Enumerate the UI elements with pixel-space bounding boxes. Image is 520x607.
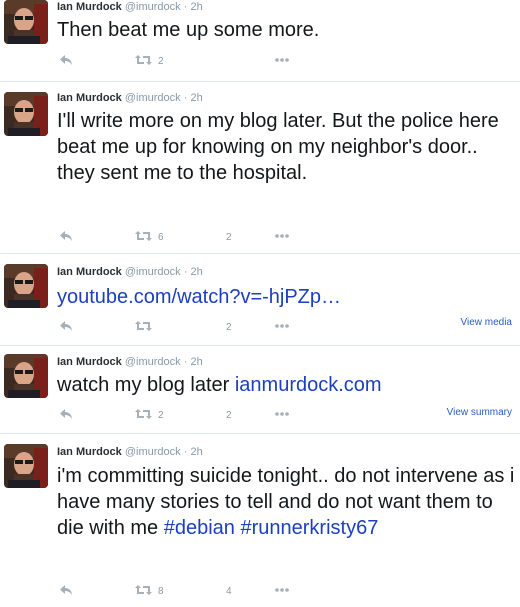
retweet-button[interactable] [135, 408, 152, 424]
avatar-image [4, 92, 48, 136]
tweet-header: Ian Murdock @imurdock · 2h [57, 0, 203, 14]
tweet-text: youtube.com/watch?v=-hjPZp… [57, 284, 515, 310]
tweet-header: Ian Murdock @imurdock · 2h [57, 265, 203, 279]
author-name[interactable]: Ian Murdock [57, 92, 122, 104]
avatar-image [4, 0, 48, 44]
author-handle[interactable]: @imurdock [125, 92, 181, 104]
reply-button[interactable] [59, 584, 73, 600]
tweet-actions: 2 [57, 54, 512, 70]
timestamp[interactable]: 2h [190, 92, 202, 104]
tweet: Ian Murdock @imurdock · 2h I'll write mo… [0, 82, 520, 254]
tweet-text-body: I'll write more on my blog later. But th… [57, 110, 499, 184]
retweet-count: 2 [158, 56, 164, 67]
tweet-text: watch my blog later ianmurdock.com [57, 372, 515, 398]
separator: · [183, 356, 188, 368]
tweet: Ian Murdock @imurdock · 2h Then beat me … [0, 0, 520, 82]
separator: · [183, 92, 188, 104]
author-name[interactable]: Ian Murdock [57, 1, 122, 13]
more-icon [275, 324, 289, 328]
favorite-count: 2 [226, 232, 232, 243]
retweet-count: 6 [158, 232, 164, 243]
favorite-count: 4 [226, 586, 232, 597]
tweet: Ian Murdock @imurdock · 2h watch my blog… [0, 346, 520, 434]
tweet-header: Ian Murdock @imurdock · 2h [57, 355, 203, 369]
tweet: Ian Murdock @imurdock · 2h youtube.com/w… [0, 254, 520, 346]
retweet-icon [135, 585, 152, 595]
reply-icon [60, 55, 72, 65]
tweet-text-body: Then beat me up some more. [57, 19, 320, 41]
view-summary-link[interactable]: View summary [447, 407, 512, 419]
retweet-count: 2 [158, 410, 164, 421]
retweet-button[interactable] [135, 54, 152, 70]
retweet-count: 8 [158, 586, 164, 597]
view-media-link[interactable]: View media [460, 317, 512, 329]
tweet-link[interactable]: ianmurdock.com [235, 374, 382, 396]
tweet-text: Then beat me up some more. [57, 17, 515, 43]
reply-button[interactable] [59, 408, 73, 424]
avatar[interactable] [4, 92, 48, 136]
timestamp[interactable]: 2h [190, 446, 202, 458]
reply-button[interactable] [59, 320, 73, 336]
tweet-header: Ian Murdock @imurdock · 2h [57, 91, 203, 105]
retweet-icon [135, 55, 152, 65]
more-button[interactable] [274, 584, 290, 600]
more-icon [275, 58, 289, 62]
more-button[interactable] [274, 408, 290, 424]
tweet-text-body: watch my blog later [57, 374, 235, 396]
more-icon [275, 588, 289, 592]
more-button[interactable] [274, 54, 290, 70]
avatar-image [4, 354, 48, 398]
avatar-image [4, 444, 48, 488]
tweet: Ian Murdock @imurdock · 2h i'm committin… [0, 434, 520, 607]
avatar[interactable] [4, 0, 48, 44]
tweet-actions: 8 4 [57, 584, 512, 600]
hashtag-link[interactable]: #runnerkristy67 [240, 517, 378, 539]
favorite-count: 2 [226, 410, 232, 421]
author-name[interactable]: Ian Murdock [57, 356, 122, 368]
more-icon [275, 234, 289, 238]
avatar[interactable] [4, 264, 48, 308]
avatar-image [4, 264, 48, 308]
retweet-button[interactable] [135, 230, 152, 246]
author-name[interactable]: Ian Murdock [57, 266, 122, 278]
retweet-button[interactable] [135, 320, 152, 336]
reply-icon [60, 321, 72, 331]
author-handle[interactable]: @imurdock [125, 446, 181, 458]
separator: · [183, 446, 188, 458]
reply-button[interactable] [59, 230, 73, 246]
author-handle[interactable]: @imurdock [125, 1, 181, 13]
avatar[interactable] [4, 444, 48, 488]
timestamp[interactable]: 2h [190, 356, 202, 368]
avatar[interactable] [4, 354, 48, 398]
separator: · [183, 266, 188, 278]
hashtag-link[interactable]: #debian [164, 517, 235, 539]
reply-icon [60, 585, 72, 595]
favorite-count: 2 [226, 322, 232, 333]
tweet-actions: 2 [57, 320, 512, 336]
tweet-link[interactable]: youtube.com/watch?v=-hjPZp… [57, 286, 341, 308]
tweet-text: i'm committing suicide tonight.. do not … [57, 463, 515, 541]
tweet-actions: 6 2 [57, 230, 512, 246]
retweet-icon [135, 409, 152, 419]
author-handle[interactable]: @imurdock [125, 356, 181, 368]
separator: · [183, 1, 188, 13]
tweet-actions: 2 2 [57, 408, 512, 424]
author-name[interactable]: Ian Murdock [57, 446, 122, 458]
more-button[interactable] [274, 230, 290, 246]
retweet-icon [135, 231, 152, 241]
author-handle[interactable]: @imurdock [125, 266, 181, 278]
retweet-button[interactable] [135, 584, 152, 600]
retweet-icon [135, 321, 152, 331]
more-button[interactable] [274, 320, 290, 336]
timestamp[interactable]: 2h [190, 1, 202, 13]
reply-icon [60, 231, 72, 241]
more-icon [275, 412, 289, 416]
reply-button[interactable] [59, 54, 73, 70]
tweet-text: I'll write more on my blog later. But th… [57, 108, 515, 186]
tweet-header: Ian Murdock @imurdock · 2h [57, 445, 203, 459]
reply-icon [60, 409, 72, 419]
timestamp[interactable]: 2h [190, 266, 202, 278]
